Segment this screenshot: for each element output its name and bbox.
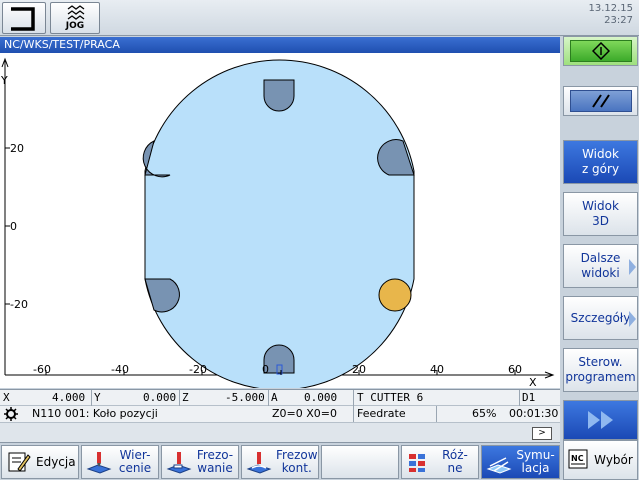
horizontal-softkeys: Edycja Wier- cenie Frezo- wanie Frezow k… (0, 444, 561, 480)
edit-pencil-icon (8, 452, 31, 472)
jog-mode-button[interactable]: JOG (50, 2, 100, 34)
top-view-label-2: z góry (581, 162, 620, 176)
select-label: Wybór (594, 452, 633, 467)
top-view-button[interactable]: Widok z góry (563, 140, 638, 184)
more-views-button[interactable]: Dalsze widoki (563, 244, 638, 288)
svg-text:NC: NC (571, 454, 584, 463)
x-axis-label: X (529, 376, 537, 388)
program-status: N110 001: Koło pozycji Z0=0 X0=0 Feedrat… (0, 406, 560, 423)
x-tick-label--60: -60 (33, 363, 51, 376)
vertical-softkeys: Widok z góry Widok 3D Dalsze widoki Szcz… (561, 36, 639, 480)
y-tick-label-minus20: -20 (10, 298, 28, 311)
date-time: 13.12.15 23:27 (588, 3, 633, 27)
date-text: 13.12.15 (588, 3, 633, 14)
next-page-button[interactable] (563, 400, 638, 440)
details-button[interactable]: Szczegóły (563, 296, 638, 340)
miscellaneous-button[interactable]: Róż- ne (401, 445, 479, 479)
program-control-label-2: programem (565, 370, 636, 384)
a-axis-name: A (271, 391, 278, 404)
select-button[interactable]: NC Wybór (563, 440, 638, 480)
drill-icon (86, 452, 112, 474)
3d-view-label-1: Widok (582, 199, 619, 213)
y-axis-name: Y (94, 391, 101, 404)
a-position-value: 0.000 (304, 391, 338, 404)
misc-label-2: ne (447, 461, 463, 475)
details-label: Szczegóły (570, 310, 631, 325)
milling-label-2: wanie (197, 461, 233, 475)
feedrate-label: Feedrate (357, 407, 406, 420)
mill-icon (166, 452, 192, 474)
nc-select-icon: NC (568, 449, 588, 469)
simulation-button[interactable]: Symu- lacja (481, 445, 560, 479)
y-tick-label-20: 20 (10, 142, 24, 155)
contour-milling-label-2: kont. (281, 461, 312, 475)
x-tick-label-0: 0 (262, 363, 269, 376)
position-readout: X 4.000 Y 0.000 Z -5.000 A 0.000 T CUTTE… (0, 389, 560, 406)
y-tick-label-0: 0 (10, 220, 17, 233)
contour-mill-icon (246, 452, 272, 474)
x-position-value: 4.000 (52, 391, 86, 404)
submenu-arrow-icon (629, 259, 636, 275)
program-control-label-1: Sterow. (578, 355, 623, 369)
tool-name: T CUTTER 6 (357, 391, 424, 404)
pocket-top (263, 79, 295, 112)
x-tick-label-60: 60 (508, 363, 522, 376)
top-bar: JOG 13.12.15 23:27 (0, 0, 639, 36)
scroll-right-button[interactable]: > (532, 427, 552, 440)
y-axis-label: Y (0, 74, 8, 87)
current-block: N110 001: Koło pozycji (32, 407, 158, 420)
reset-button[interactable] (563, 86, 638, 116)
3d-view-button[interactable]: Widok 3D (563, 192, 638, 236)
edit-label: Edycja (36, 454, 76, 469)
program-control-button[interactable]: Sterow. programem (563, 348, 638, 392)
simulation-label-2: lacja (521, 461, 550, 475)
pocket-upper-right (377, 139, 415, 176)
double-chevron-right-icon (587, 411, 613, 429)
misc-blocks-icon (409, 454, 425, 472)
d-number: D1 (522, 391, 536, 404)
feedrate-override: 65% (472, 407, 497, 420)
x-tick-label--20: -20 (189, 363, 207, 376)
time-text: 23:27 (604, 15, 633, 26)
milling-button[interactable]: Frezo- wanie (161, 445, 239, 479)
run-time: 00:01:30 (509, 407, 559, 420)
simulation-plot: Y X 20 0 -20 -60 -40 -20 0 20 40 60 (0, 57, 555, 391)
empty-softkey[interactable] (321, 445, 399, 479)
x-tick-label-20: 20 (352, 363, 366, 376)
program-path-title: NC/WKS/TEST/PRACA (0, 37, 560, 53)
scroll-strip: > (0, 423, 560, 443)
contour-milling-button[interactable]: Frezow kont. (241, 445, 319, 479)
start-diamond-icon (591, 42, 610, 60)
cycle-start-button[interactable] (563, 36, 638, 66)
current-pocket-highlight (378, 278, 412, 312)
edit-button[interactable]: Edycja (1, 445, 79, 479)
simulation-icon (486, 457, 512, 474)
jog-label: JOG (65, 21, 85, 31)
top-view-label-1: Widok (582, 147, 619, 161)
z-axis-name: Z (182, 391, 189, 404)
machine-area-button[interactable] (2, 2, 46, 34)
machine-bracket-icon (11, 7, 35, 31)
drilling-button[interactable]: Wier- cenie (81, 445, 159, 479)
zero-offsets: Z0=0 X0=0 (272, 407, 337, 420)
y-position-value: 0.000 (143, 391, 177, 404)
z-position-value: -5.000 (225, 391, 265, 404)
pocket-lower-left (144, 278, 180, 313)
submenu-arrow-icon (629, 311, 636, 327)
x-axis-name: X (3, 391, 10, 404)
gear-icon (4, 407, 18, 421)
3d-view-label-2: 3D (592, 214, 609, 228)
more-views-label-2: widoki (581, 266, 620, 280)
x-tick-label-40: 40 (430, 363, 444, 376)
drilling-label-2: cenie (118, 461, 152, 475)
x-tick-label--40: -40 (111, 363, 129, 376)
reset-slash-icon (591, 94, 610, 108)
simulation-view[interactable]: Y X 20 0 -20 -60 -40 -20 0 20 40 60 (0, 53, 560, 391)
more-views-label-1: Dalsze (580, 251, 621, 265)
